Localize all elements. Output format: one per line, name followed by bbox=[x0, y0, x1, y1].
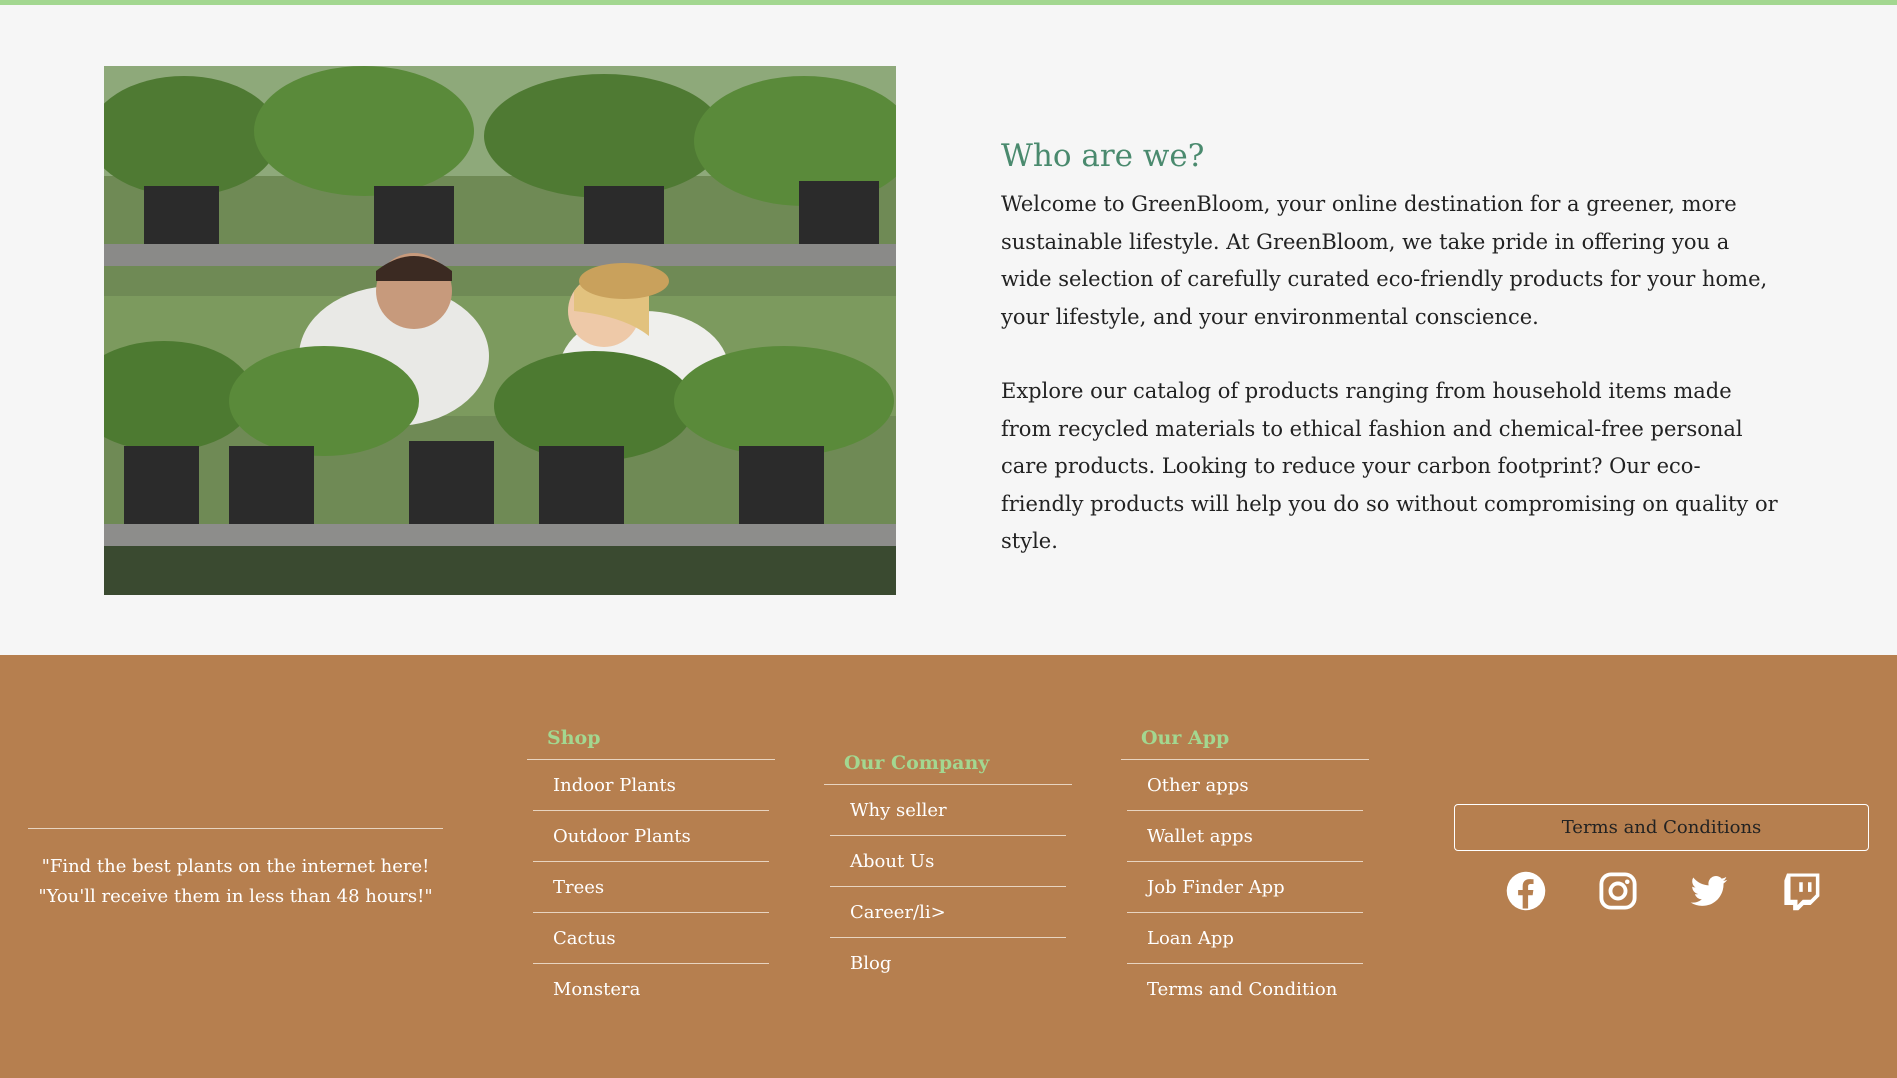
footer-link-career[interactable]: Career/li> bbox=[830, 887, 1066, 938]
footer-legal-block: Terms and Conditions bbox=[1454, 804, 1869, 913]
site-footer: "Find the best plants on the internet he… bbox=[0, 655, 1897, 1078]
terms-and-conditions-button[interactable]: Terms and Conditions bbox=[1454, 804, 1869, 851]
facebook-icon[interactable] bbox=[1504, 869, 1548, 913]
footer-link-blog[interactable]: Blog bbox=[830, 938, 1066, 989]
about-paragraph-explore: Explore our catalog of products ranging … bbox=[1001, 379, 1778, 553]
footer-link-indoor-plants[interactable]: Indoor Plants bbox=[533, 760, 769, 811]
footer-link-outdoor-plants[interactable]: Outdoor Plants bbox=[533, 811, 769, 862]
footer-company-title: Our Company bbox=[824, 752, 1072, 785]
footer-link-other-apps[interactable]: Other apps bbox=[1127, 760, 1363, 811]
footer-column-shop: Shop Indoor Plants Outdoor Plants Trees … bbox=[527, 727, 775, 1015]
footer-tagline: "Find the best plants on the internet he… bbox=[38, 856, 433, 907]
footer-link-terms-and-condition[interactable]: Terms and Condition bbox=[1127, 964, 1363, 1015]
twitter-icon[interactable] bbox=[1687, 869, 1731, 913]
footer-link-monstera[interactable]: Monstera bbox=[533, 964, 769, 1015]
footer-column-company: Our Company Why seller About Us Career/l… bbox=[824, 752, 1072, 989]
footer-app-title: Our App bbox=[1121, 727, 1369, 760]
footer-shop-title: Shop bbox=[527, 727, 775, 760]
instagram-icon[interactable] bbox=[1596, 869, 1640, 913]
footer-link-loan-app[interactable]: Loan App bbox=[1127, 913, 1363, 964]
about-paragraph-welcome: Welcome to GreenBloom, your online desti… bbox=[1001, 192, 1768, 329]
footer-link-wallet-apps[interactable]: Wallet apps bbox=[1127, 811, 1363, 862]
footer-column-app: Our App Other apps Wallet apps Job Finde… bbox=[1121, 727, 1369, 1015]
footer-tagline-block: "Find the best plants on the internet he… bbox=[28, 828, 443, 912]
footer-link-cactus[interactable]: Cactus bbox=[533, 913, 769, 964]
footer-link-trees[interactable]: Trees bbox=[533, 862, 769, 913]
about-text-block: Who are we? Welcome to GreenBloom, your … bbox=[1001, 138, 1781, 561]
footer-link-about-us[interactable]: About Us bbox=[830, 836, 1066, 887]
footer-link-why-seller[interactable]: Why seller bbox=[830, 785, 1066, 836]
social-links bbox=[1454, 851, 1869, 913]
footer-link-job-finder-app[interactable]: Job Finder App bbox=[1127, 862, 1363, 913]
twitch-icon[interactable] bbox=[1779, 869, 1823, 913]
about-section: Who are we? Welcome to GreenBloom, your … bbox=[0, 5, 1897, 655]
gardeners-photo bbox=[104, 66, 896, 595]
about-title: Who are we? bbox=[1001, 138, 1205, 174]
